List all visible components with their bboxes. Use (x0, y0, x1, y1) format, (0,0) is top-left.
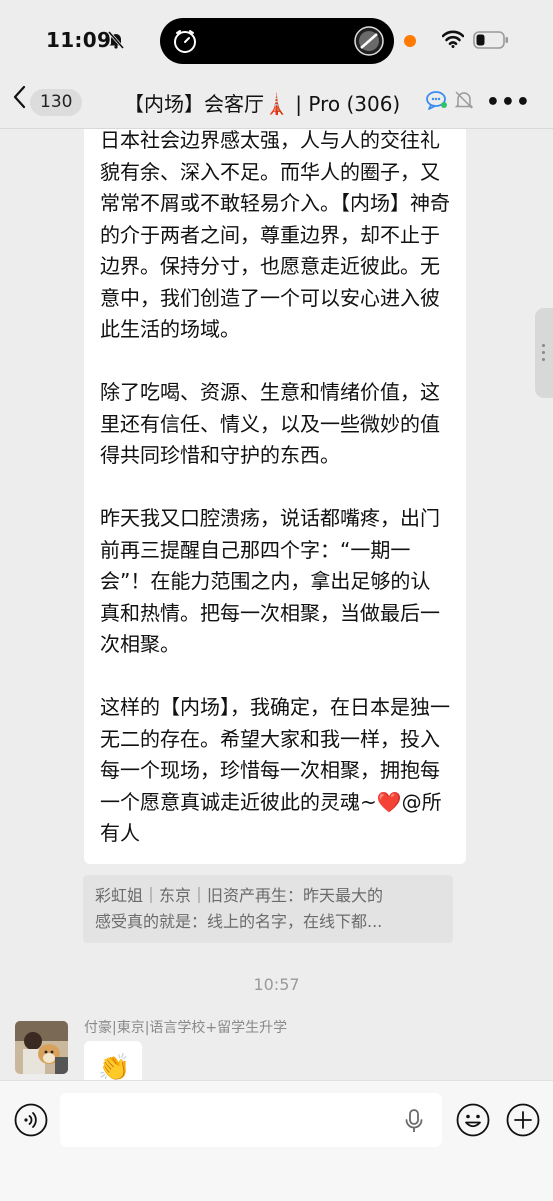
quoted-message[interactable]: 彩虹姐｜东京｜旧资产再生：昨天最大的 感受真的就是：线上的名字，在线下都... (83, 875, 453, 943)
message-paragraph: 除了吃喝、资源、生意和情绪价值，这里还有信任、情义，以及一些微妙的值得共同珍惜和… (100, 380, 440, 467)
recording-indicator (404, 35, 416, 47)
status-bar: 11:09 (0, 0, 553, 78)
plus-icon[interactable] (506, 1103, 540, 1141)
message-paragraph-last: 这样的【内场】，我确定，在日本是独一无二的存在。希望大家和我一样，投入每一个现场… (100, 692, 450, 850)
status-time: 11:09 (46, 28, 112, 52)
group-chat-icon (426, 90, 448, 114)
chat-header: 130 【内场】会客厅🗼 | Pro (306) ••• (0, 78, 553, 129)
reply-bubble[interactable]: 👏 (84, 1041, 142, 1080)
avatar[interactable] (15, 1021, 68, 1074)
sender-name: 付豪|東京|语言学校+留学生升学 (84, 1020, 288, 1036)
title-icons (426, 90, 474, 114)
emoji-icon[interactable] (456, 1103, 490, 1141)
heart-emoji: ❤️ (376, 789, 402, 814)
quote-line: 彩虹姐｜东京｜旧资产再生：昨天最大的 (95, 886, 384, 905)
screen-recording-icon (354, 26, 384, 60)
chevron-left-icon (12, 85, 26, 115)
battery-icon (473, 31, 509, 53)
mute-notifications-icon (454, 90, 474, 114)
voice-input-toggle-icon[interactable] (14, 1103, 48, 1141)
more-options-button[interactable]: ••• (486, 90, 531, 115)
wifi-icon (441, 30, 465, 52)
message-input[interactable] (60, 1093, 442, 1147)
message-paragraph: 昨天我又口腔溃疡，说话都嘴疼，出门前再三提醒自己那四个字：“一期一会”！在能力范… (100, 506, 440, 656)
drag-dots-icon (542, 344, 546, 365)
unread-count-badge: 130 (30, 88, 83, 116)
input-bar (0, 1080, 553, 1201)
timer-icon (172, 28, 198, 58)
timestamp-divider: 10:57 (253, 975, 300, 994)
clapping-hands-emoji: 👏 (98, 1053, 131, 1080)
message-paragraph: 日本社会边界感太强，人与人的交往礼貌有余、深入不足。而华人的圈子，又常常不屑或不… (100, 129, 450, 341)
back-button[interactable]: 130 (12, 82, 83, 122)
floating-side-handle[interactable] (535, 308, 553, 398)
chat-title[interactable]: 【内场】会客厅🗼 | Pro (306) (124, 88, 400, 117)
quote-line: 感受真的就是：线上的名字，在线下都... (95, 912, 383, 931)
microphone-icon[interactable] (404, 1109, 424, 1137)
message-bubble[interactable]: 日本社会边界感太强，人与人的交往礼貌有余、深入不足。而华人的圈子，又常常不屑或不… (84, 129, 466, 864)
dynamic-island (160, 18, 394, 64)
silent-bell-icon (107, 31, 125, 53)
chat-messages[interactable]: 日本社会边界感太强，人与人的交往礼貌有余、深入不足。而华人的圈子，又常常不屑或不… (0, 129, 553, 1080)
